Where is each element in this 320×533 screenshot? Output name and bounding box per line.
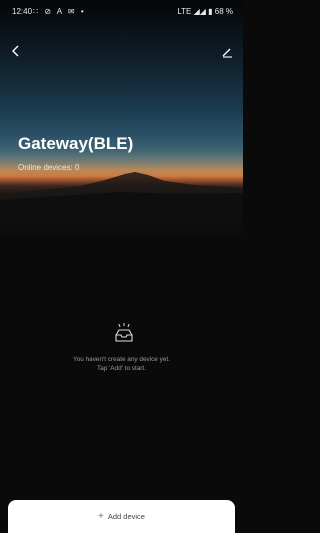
status-time: 12:40 (12, 7, 33, 16)
empty-state-line-1: You haven't create any device yet. (73, 356, 170, 363)
empty-inbox-icon (115, 323, 133, 342)
empty-state-message: You haven't create any device yet. Tap '… (0, 355, 243, 373)
notification-icons: ∷ ⊘ A ✉ • (33, 7, 86, 16)
status-bar: 12:40 ∷ ⊘ A ✉ • LTE ◢◢ ▮ 68 % (0, 0, 243, 24)
gateway-title: Gateway(BLE) (18, 134, 134, 153)
empty-state-line-2: Tap 'Add' to start. (97, 365, 146, 372)
add-device-button[interactable]: + Add device (8, 500, 235, 533)
back-chevron-icon[interactable] (10, 44, 22, 58)
online-devices-count: Online devices: 0 (18, 163, 80, 172)
add-device-label: Add device (107, 512, 145, 521)
edit-pencil-icon[interactable] (221, 46, 233, 58)
status-right-info: LTE ◢◢ ▮ 68 % (177, 7, 233, 16)
gateway-screen: 12:40 ∷ ⊘ A ✉ • LTE ◢◢ ▮ 68 % Gateway(BL… (0, 0, 243, 533)
plus-icon: + (98, 510, 104, 522)
